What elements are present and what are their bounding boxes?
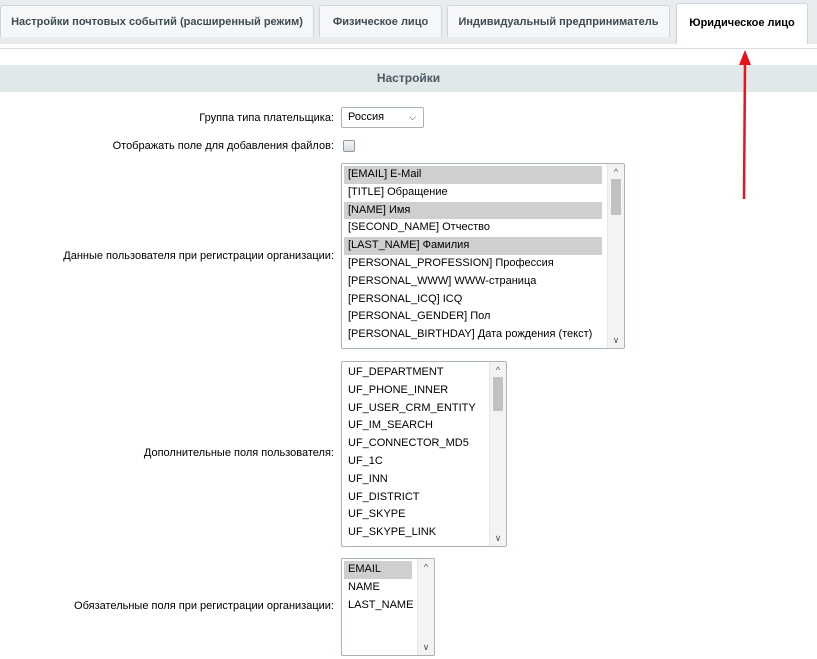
list-item[interactable]: UF_DEPARTMENT — [344, 364, 484, 382]
scrollbar-thumb[interactable] — [493, 377, 503, 411]
scroll-up-icon[interactable]: ^ — [418, 560, 434, 574]
user-data-label: Данные пользователя при регистрации орга… — [63, 250, 334, 262]
list-item[interactable]: EMAIL — [344, 561, 412, 579]
extra-fields-listbox[interactable]: UF_DEPARTMENT UF_PHONE_INNER UF_USER_CRM_E… — [341, 361, 507, 547]
scrollbar-thumb[interactable] — [611, 179, 621, 215]
list-item[interactable]: LAST_NAME — [344, 597, 413, 615]
chevron-down-icon: ⌵ — [409, 112, 416, 122]
show-file-field-checkbox[interactable] — [343, 140, 355, 152]
annotation-arrow-head — [739, 50, 751, 65]
list-item[interactable]: UF_CONNECTOR_MD5 — [344, 435, 484, 453]
list-item[interactable]: [NAME] Имя — [344, 201, 602, 220]
tab-mail-events-advanced[interactable]: Настройки почтовых событий (расширенный … — [0, 5, 314, 37]
section-title: Настройки — [0, 65, 817, 92]
tab-divider — [0, 44, 817, 49]
payer-group-select[interactable]: Россия ⌵ — [341, 107, 424, 128]
list-item[interactable]: [PERSONAL_BIRTHDAY] Дата рождения (текст… — [344, 326, 602, 344]
tab-strip: Настройки почтовых событий (расширенный … — [0, 0, 817, 44]
tab-legal-entity[interactable]: Юридическое лицо — [676, 3, 808, 44]
tab-individual[interactable]: Физическое лицо — [319, 5, 442, 37]
annotation-arrow-shaft — [742, 61, 747, 200]
annotation-arrow-icon — [739, 50, 751, 200]
user-data-items: [EMAIL] E-Mail [TITLE] Обращение [NAME] Им… — [344, 166, 602, 344]
user-data-listbox[interactable]: [EMAIL] E-Mail [TITLE] Обращение [NAME] Им… — [341, 163, 625, 349]
list-item[interactable]: UF_SKYPE — [344, 506, 484, 524]
scroll-up-icon[interactable]: ^ — [490, 363, 506, 377]
extra-fields-scrollbar[interactable]: ^ ∨ — [489, 362, 506, 546]
list-item[interactable]: [LAST_NAME] Фамилия — [344, 237, 602, 255]
payer-group-label: Группа типа плательщика: — [199, 112, 334, 124]
list-item[interactable]: [PERSONAL_PROFESSION] Профессия — [344, 255, 602, 273]
list-item[interactable]: [EMAIL] E-Mail — [344, 166, 602, 184]
list-item[interactable]: UF_SKYPE_LINK — [344, 524, 484, 542]
tab-sole-proprietor[interactable]: Индивидуальный предприниматель — [447, 5, 670, 37]
required-fields-listbox[interactable]: EMAIL NAME LAST_NAME ^ ∨ — [341, 558, 435, 656]
extra-fields-label: Дополнительные поля пользователя: — [143, 447, 334, 459]
user-data-scrollbar[interactable]: ^ ∨ — [607, 164, 624, 348]
list-item[interactable]: [SECOND_NAME] Отчество — [344, 219, 602, 237]
list-item[interactable]: UF_1C — [344, 453, 484, 471]
payer-group-value: Россия — [348, 111, 385, 123]
scroll-up-icon[interactable]: ^ — [608, 165, 624, 179]
list-item[interactable]: [TITLE] Обращение — [344, 184, 602, 202]
list-item[interactable]: [PERSONAL_ICQ] ICQ — [344, 291, 602, 309]
list-item[interactable]: [PERSONAL_GENDER] Пол — [344, 308, 602, 326]
list-item[interactable]: [PERSONAL_WWW] WWW-страница — [344, 273, 602, 291]
list-item[interactable]: UF_IM_SEARCH — [344, 417, 484, 435]
required-fields-items: EMAIL NAME LAST_NAME — [344, 561, 413, 615]
extra-fields-items: UF_DEPARTMENT UF_PHONE_INNER UF_USER_CRM_E… — [344, 364, 484, 542]
required-fields-scrollbar[interactable]: ^ ∨ — [417, 559, 434, 655]
list-item[interactable]: UF_PHONE_INNER — [344, 382, 484, 400]
list-item[interactable]: UF_DISTRICT — [344, 489, 484, 507]
scroll-down-icon[interactable]: ∨ — [490, 531, 506, 545]
scroll-down-icon[interactable]: ∨ — [418, 640, 434, 654]
show-file-field-label: Отображать поле для добавления файлов: — [112, 140, 334, 152]
scroll-down-icon[interactable]: ∨ — [608, 333, 624, 347]
list-item[interactable]: UF_USER_CRM_ENTITY — [344, 400, 484, 418]
required-fields-label: Обязательные поля при регистрации органи… — [74, 600, 334, 612]
list-item[interactable]: NAME — [344, 579, 412, 597]
list-item[interactable]: UF_INN — [344, 471, 484, 489]
